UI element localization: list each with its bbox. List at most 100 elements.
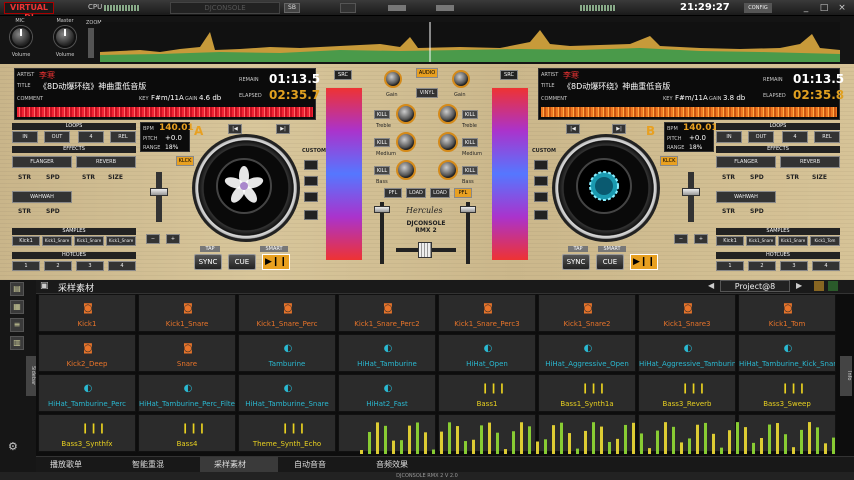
sample-pad[interactable]: ◐ HiHat2_Fast (338, 374, 436, 412)
deck-a-nudge-right-icon[interactable]: ▶| (276, 124, 290, 134)
deck-a-cue-button[interactable]: CUE (228, 254, 256, 270)
deck-b-kill-bass[interactable]: KILL (462, 166, 478, 175)
tree-icon[interactable]: ▦ (10, 300, 24, 314)
deck-a-reverb-button[interactable]: REVERB (76, 156, 136, 168)
settings-gear-icon[interactable]: ⚙ (8, 440, 18, 453)
skin-selector[interactable]: DJCONSOLE (170, 2, 280, 14)
deck-b-treble-knob[interactable] (438, 104, 458, 124)
deck-a-waveform[interactable] (17, 107, 313, 117)
deck-b-play-pause-button[interactable]: ▶❙❙ (630, 254, 658, 270)
sample-pad[interactable]: ❙❙❙ Bass3_Sweep (738, 374, 836, 412)
crossfader[interactable] (418, 242, 432, 258)
sample-pad[interactable]: ◙ Kick2_Deep (38, 334, 136, 372)
deck-b-gain-knob[interactable] (452, 70, 470, 88)
deck-a-medium-knob[interactable] (396, 132, 416, 152)
deck-a-sample-2[interactable]: Kick1_Snare (42, 236, 72, 246)
sample-pad[interactable]: ◙ Kick1_Tom (738, 294, 836, 332)
deck-b-pfl-button[interactable]: PFL (454, 188, 472, 198)
deck-b-flanger-button[interactable]: FLANGER (716, 156, 776, 168)
sample-pad[interactable]: ◐ HiHat_Aggressive_Open (538, 334, 636, 372)
deck-b-fx1-str[interactable]: STR (722, 174, 735, 181)
deck-a-fx2-str[interactable]: STR (82, 174, 95, 181)
deck-a-fx3-spd[interactable]: SPD (46, 208, 60, 215)
deck-a-sync-button[interactable]: SYNC (194, 254, 222, 270)
deck-a-pitch-slider[interactable] (150, 188, 168, 196)
deck-b-jog-wheel[interactable] (552, 134, 660, 242)
zoom-slider[interactable] (88, 28, 94, 58)
deck-b-hotcue-1[interactable]: 1 (716, 261, 744, 271)
deck-a-hotcue-3[interactable]: 3 (76, 261, 104, 271)
config-button[interactable]: CONFIG (744, 3, 772, 13)
deck-b-keylock-button[interactable]: KLCK (660, 156, 678, 166)
deck-b-kill-medium[interactable]: KILL (462, 138, 478, 147)
add-icon[interactable] (828, 281, 838, 291)
deck-a-nudge-left-icon[interactable]: |◀ (228, 124, 242, 134)
deck-a-sample-3[interactable]: Kick1_Snare (74, 236, 104, 246)
deck-b-fx1-spd[interactable]: SPD (750, 174, 764, 181)
deck-b-loop-rel-button[interactable]: REL (814, 131, 840, 143)
deck-a-sample-4[interactable]: Kick1_Snare (106, 236, 136, 246)
deck-a-bass-knob[interactable] (396, 160, 416, 180)
deck-b-src-button[interactable]: SRC (500, 70, 518, 80)
mic-volume-knob[interactable] (10, 26, 32, 48)
deck-b-wahwah-button[interactable]: WAHWAH (716, 191, 776, 203)
deck-b-waveform[interactable] (541, 107, 837, 117)
deck-b-hotcue-2[interactable]: 2 (748, 261, 776, 271)
sample-pad[interactable]: ❙❙❙ Bass4 (138, 414, 236, 452)
deck-a-flanger-button[interactable]: FLANGER (12, 156, 72, 168)
list-icon[interactable]: ≡ (10, 318, 24, 332)
sample-pad[interactable]: ❙❙❙ Bass1 (438, 374, 536, 412)
sidebar-toggle[interactable]: Sidebar (26, 356, 36, 396)
sample-pad[interactable]: ◙ Kick1_Snare3 (638, 294, 736, 332)
deck-a-hotcue-4[interactable]: 4 (108, 261, 136, 271)
pitch-mini[interactable] (436, 5, 454, 11)
deck-a-kill-bass[interactable]: KILL (374, 166, 390, 175)
tab-smart-remix[interactable]: 智能重混 (118, 457, 198, 473)
sample-pad[interactable]: ◐ HiHat_Aggressive_Tamburine_Open (638, 334, 736, 372)
deck-a-fx2-size[interactable]: SIZE (108, 174, 123, 181)
deck-a-kill-treble[interactable]: KILL (374, 110, 390, 119)
deck-a-sample-1[interactable]: Kick1 (12, 236, 40, 246)
deck-a-pfl-button[interactable]: PFL (384, 188, 402, 198)
deck-b-custom-2[interactable] (534, 176, 548, 186)
deck-b-reverb-button[interactable]: REVERB (780, 156, 840, 168)
deck-b-kill-treble[interactable]: KILL (462, 110, 478, 119)
deck-a-volume-fader[interactable] (374, 206, 390, 213)
folder-icon[interactable]: ▤ (10, 282, 24, 296)
deck-a-loop-size-button[interactable]: 4 (78, 131, 104, 143)
deck-a-wahwah-button[interactable]: WAHWAH (12, 191, 72, 203)
deck-b-pitch-slider[interactable] (682, 188, 700, 196)
minimize-icon[interactable]: _ (800, 2, 812, 14)
next-page-icon[interactable]: ▶ (796, 281, 802, 290)
deck-b-volume-fader[interactable] (460, 206, 476, 213)
sample-pad[interactable]: ◐ HiHat_Tamburine_Perc (38, 374, 136, 412)
sample-pad[interactable]: ◐ HiHat_Open (438, 334, 536, 372)
deck-b-hotcue-3[interactable]: 3 (780, 261, 808, 271)
deck-b-pitch-plus[interactable]: + (694, 234, 708, 244)
grid-icon[interactable]: ▥ (10, 336, 24, 350)
deck-a-tap-label[interactable]: TAP (200, 246, 220, 252)
deck-a-custom-2[interactable] (304, 176, 318, 186)
deck-a-fx1-spd[interactable]: SPD (46, 174, 60, 181)
deck-a-kill-medium[interactable]: KILL (374, 138, 390, 147)
sample-pad[interactable]: ◐ HiHat_Tamburine_Kick_Snare (738, 334, 836, 372)
deck-b-custom-3[interactable] (534, 192, 548, 202)
deck-a-custom-1[interactable] (304, 160, 318, 170)
deck-b-loop-in-button[interactable]: IN (716, 131, 742, 143)
deck-a-src-button[interactable]: SRC (334, 70, 352, 80)
deck-a-loop-out-button[interactable]: OUT (44, 131, 70, 143)
dropdown-icon[interactable] (814, 281, 824, 291)
tab-auto-mix[interactable]: 自动音音 (280, 457, 360, 473)
deck-b-load-button[interactable]: LOAD (430, 188, 450, 198)
sample-pad[interactable]: ◙ Kick1_Snare_Perc2 (338, 294, 436, 332)
deck-a-play-pause-button[interactable]: ▶❙❙ (262, 254, 290, 270)
sample-pad[interactable]: ❙❙❙ Theme_Synth_Echo (238, 414, 336, 452)
sample-pad[interactable]: ◙ Kick1_Snare_Perc (238, 294, 336, 332)
sample-pad[interactable]: ❙❙❙ Bass3_Synthfx (38, 414, 136, 452)
sample-pad[interactable]: ❙❙❙ Bass3_Reverb (638, 374, 736, 412)
sample-pad[interactable]: ◙ Kick1_Snare (138, 294, 236, 332)
deck-a-treble-knob[interactable] (396, 104, 416, 124)
deck-b-pitch-minus[interactable]: − (674, 234, 688, 244)
deck-b-fx3-spd[interactable]: SPD (750, 208, 764, 215)
sample-pad[interactable]: ◐ HiHat_Tamburine (338, 334, 436, 372)
